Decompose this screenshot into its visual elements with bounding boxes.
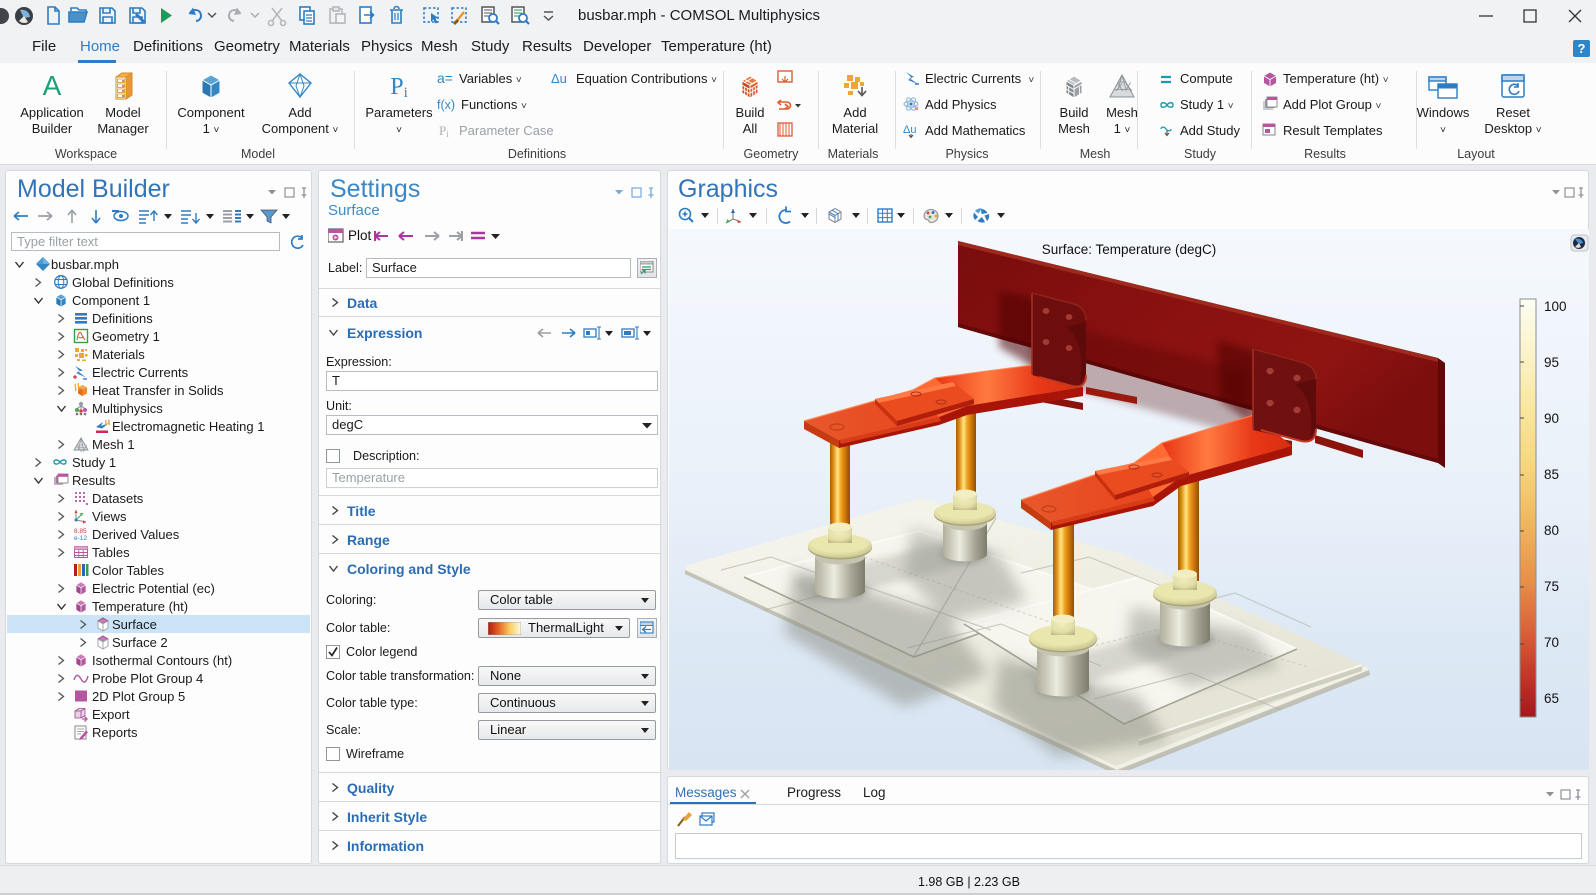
svg-text:f(x): f(x) bbox=[437, 98, 455, 112]
svg-text:Surface: Temperature (degC): Surface: Temperature (degC) bbox=[1042, 242, 1217, 257]
svg-text:90: 90 bbox=[1544, 411, 1559, 426]
svg-text:Pi: Pi bbox=[390, 74, 408, 101]
svg-text:Δu: Δu bbox=[903, 124, 916, 136]
svg-text:85: 85 bbox=[1544, 467, 1559, 482]
svg-text:65: 65 bbox=[1544, 691, 1559, 706]
svg-text:e-12: e-12 bbox=[74, 535, 87, 542]
svg-text:100: 100 bbox=[1544, 299, 1567, 314]
svg-text:Plot: Plot bbox=[348, 228, 372, 243]
svg-text:a=: a= bbox=[437, 71, 453, 86]
svg-text:A: A bbox=[43, 71, 62, 101]
svg-text:95: 95 bbox=[1544, 355, 1559, 370]
svg-text:80: 80 bbox=[1544, 523, 1559, 538]
svg-text:70: 70 bbox=[1544, 635, 1559, 650]
svg-text:8.85: 8.85 bbox=[74, 528, 87, 535]
svg-text:Pi: Pi bbox=[439, 123, 449, 138]
svg-text:Δu: Δu bbox=[551, 71, 567, 86]
svg-text:75: 75 bbox=[1544, 579, 1559, 594]
